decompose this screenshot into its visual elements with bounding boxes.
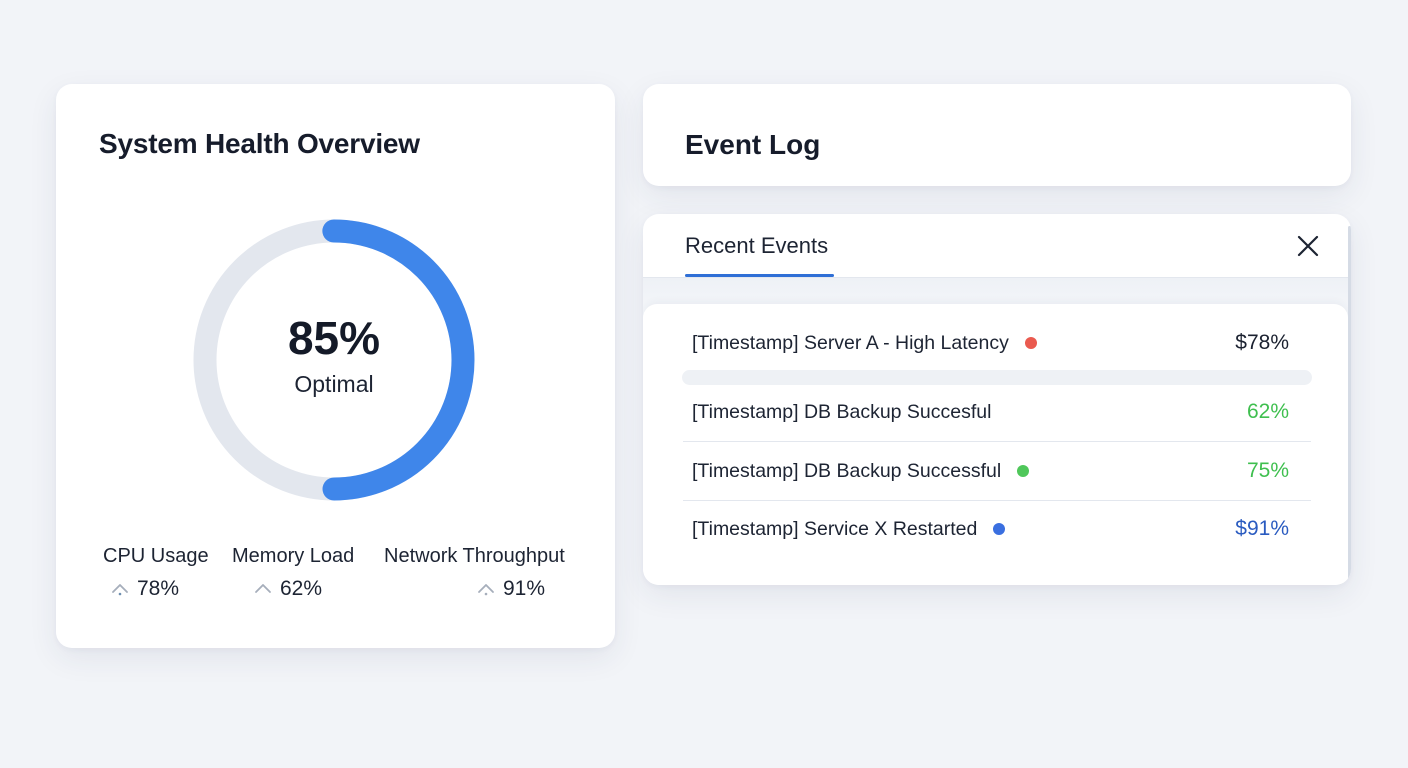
system-health-card: System Health Overview 85% Optimal CPU U… bbox=[56, 84, 615, 648]
event-row[interactable]: [Timestamp] Service X Restarted $91% bbox=[683, 500, 1311, 558]
event-value: $78% bbox=[1235, 331, 1289, 354]
event-row[interactable]: [Timestamp] Server A - High Latency $78% bbox=[683, 314, 1311, 372]
event-value: $91% bbox=[1235, 517, 1289, 540]
event-text: [Timestamp] Service X Restarted bbox=[692, 517, 978, 540]
arrow-up-icon bbox=[112, 584, 128, 596]
gauge-status: Optimal bbox=[294, 370, 374, 397]
event-value: 75% bbox=[1246, 459, 1289, 482]
event-log-title: Event Log bbox=[685, 129, 821, 160]
metric-value: 91% bbox=[503, 577, 546, 600]
metric-value: 62% bbox=[280, 577, 323, 600]
event-text: [Timestamp] DB Backup Succesful bbox=[692, 400, 992, 423]
event-text: [Timestamp] Server A - High Latency bbox=[692, 331, 1009, 354]
gauge-center: 85% Optimal bbox=[192, 218, 476, 502]
event-row[interactable]: [Timestamp] DB Backup Successful 75% bbox=[683, 442, 1311, 500]
close-icon bbox=[1297, 235, 1319, 257]
events-list: [Timestamp] Server A - High Latency $78%… bbox=[643, 304, 1348, 585]
status-dot bbox=[1017, 465, 1030, 477]
health-gauge: 85% Optimal bbox=[192, 218, 476, 502]
health-title: System Health Overview bbox=[99, 128, 420, 159]
metric-cpu: CPU Usage 78% bbox=[103, 545, 209, 600]
metric-value: 78% bbox=[137, 577, 180, 600]
metric-memory: Memory Load 62% bbox=[232, 545, 355, 600]
metric-label: Network Throughput bbox=[384, 545, 565, 567]
arrow-up-icon bbox=[478, 584, 494, 596]
arrow-up-icon bbox=[255, 584, 271, 593]
event-value: 62% bbox=[1246, 400, 1289, 423]
recent-events-panel: Recent Events [Timestamp] Server A - Hig… bbox=[643, 214, 1351, 585]
close-button[interactable] bbox=[1295, 233, 1321, 259]
metric-label: CPU Usage bbox=[103, 545, 209, 567]
event-text: [Timestamp] DB Backup Successful bbox=[692, 459, 1002, 482]
status-dot bbox=[993, 523, 1006, 535]
tab-bar: Recent Events bbox=[643, 214, 1348, 278]
metric-network: Network Throughput 91% bbox=[384, 545, 565, 600]
event-row[interactable]: [Timestamp] DB Backup Succesful 62% bbox=[683, 383, 1311, 441]
event-log-card: Event Log bbox=[643, 84, 1351, 186]
active-tab-indicator bbox=[685, 274, 834, 277]
scrollbar[interactable] bbox=[1348, 226, 1351, 582]
metric-label: Memory Load bbox=[232, 545, 355, 567]
gauge-value: 85% bbox=[287, 311, 381, 364]
status-dot bbox=[1024, 337, 1037, 349]
tab-recent-events[interactable]: Recent Events bbox=[685, 233, 828, 259]
